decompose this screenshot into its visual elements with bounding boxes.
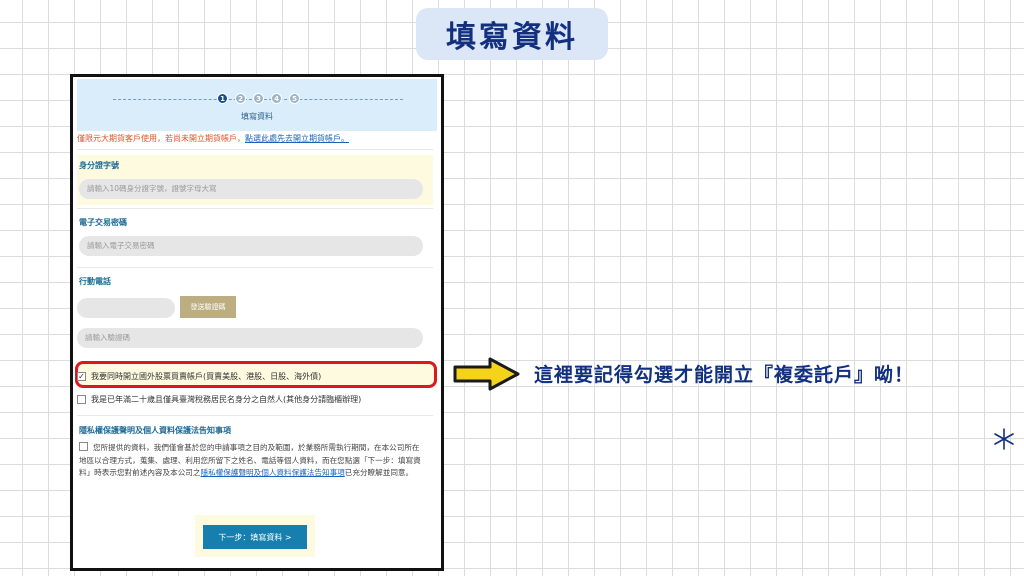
mobile-label: 行動電話	[79, 277, 111, 286]
code-input[interactable]: 請輸入驗證碼	[77, 328, 423, 348]
privacy-link[interactable]: 隱私權保護聲明及個人資料保護法告知事項	[201, 468, 345, 477]
privacy-statement: 您所提供的資料，我們僅會基於您的申請事項之目的及範圍，於業務所需執行期間，在本公…	[79, 442, 427, 480]
divider	[77, 415, 433, 416]
send-code-button[interactable]: 發送驗證碼	[180, 296, 236, 318]
password-input[interactable]: 請輸入電子交易密碼	[79, 236, 423, 256]
privacy-title: 隱私權保護聲明及個人資料保護法告知事項	[79, 426, 231, 435]
step-1: 1	[217, 93, 228, 104]
step-5: 5	[289, 93, 300, 104]
foreign-trading-label: 我要同時開立國外股票買賣帳戶(買賣美股、港股、日股、海外債)	[91, 372, 322, 381]
notice-text: 僅限元大期貨客戶使用，若尚未開立期貨帳戶，	[77, 134, 245, 143]
step-progress: 1 2 3 4 5 填寫資料	[77, 79, 437, 131]
next-button-area: 下一步：填寫資料 >	[195, 515, 315, 557]
sparkle-icon	[994, 428, 1014, 450]
account-notice: 僅限元大期貨客戶使用，若尚未開立期貨帳戶，點選此處先去開立期貨帳戶。	[77, 133, 437, 144]
page-title: 填寫資料	[416, 8, 608, 60]
checkbox-icon[interactable]	[77, 395, 86, 404]
phone-input[interactable]	[77, 298, 175, 318]
privacy-text-end: 已充分瞭解並同意。	[344, 468, 414, 477]
id-section: 身分證字號 請輸入10碼身分證字號，證號字母大寫	[77, 155, 433, 205]
divider	[77, 267, 433, 268]
step-3: 3	[253, 93, 264, 104]
password-label: 電子交易密碼	[79, 218, 127, 227]
divider	[77, 208, 433, 209]
id-label: 身分證字號	[79, 161, 119, 170]
open-account-link[interactable]: 點選此處先去開立期貨帳戶。	[245, 134, 349, 143]
tax-resident-label: 我是已年滿二十歲且僅具臺灣稅務居民名身分之自然人(其他身分請臨櫃辦理)	[91, 395, 362, 404]
step-indicators: 1 2 3 4 5	[217, 93, 300, 104]
foreign-trading-check-row[interactable]: ✓ 我要同時開立國外股票買賣帳戶(買賣美股、港股、日股、海外債)	[77, 371, 321, 382]
checkbox-checked-icon[interactable]: ✓	[77, 372, 86, 381]
password-section: 電子交易密碼 請輸入電子交易密碼	[77, 213, 433, 263]
step-label: 填寫資料	[241, 112, 273, 121]
next-step-button[interactable]: 下一步：填寫資料 >	[203, 525, 307, 549]
phone-screenshot: 1 2 3 4 5 填寫資料 僅限元大期貨客戶使用，若尚未開立期貨帳戶，點選此處…	[70, 74, 444, 571]
divider	[77, 149, 433, 150]
right-arrow-icon	[453, 357, 520, 391]
id-input[interactable]: 請輸入10碼身分證字號，證號字母大寫	[79, 179, 423, 199]
privacy-checkbox-icon[interactable]	[79, 442, 88, 451]
step-2: 2	[235, 93, 246, 104]
tax-resident-check-row[interactable]: 我是已年滿二十歲且僅具臺灣稅務居民名身分之自然人(其他身分請臨櫃辦理)	[77, 394, 361, 405]
step-4: 4	[271, 93, 282, 104]
callout-text: 這裡要記得勾選才能開立『複委託戶』呦！	[534, 364, 915, 386]
